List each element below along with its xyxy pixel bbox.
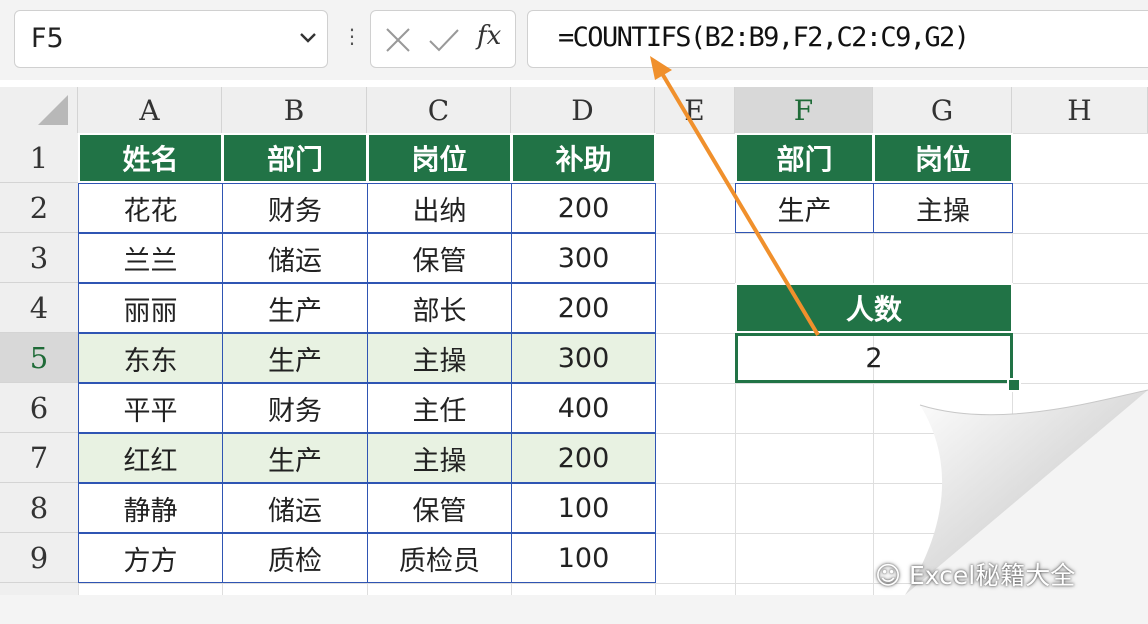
- watermark: ☺ Excel秘籍大全: [875, 556, 1075, 592]
- page-curl: [905, 389, 1148, 595]
- wechat-icon: ☺: [875, 561, 902, 590]
- watermark-text: Excel秘籍大全: [909, 561, 1076, 590]
